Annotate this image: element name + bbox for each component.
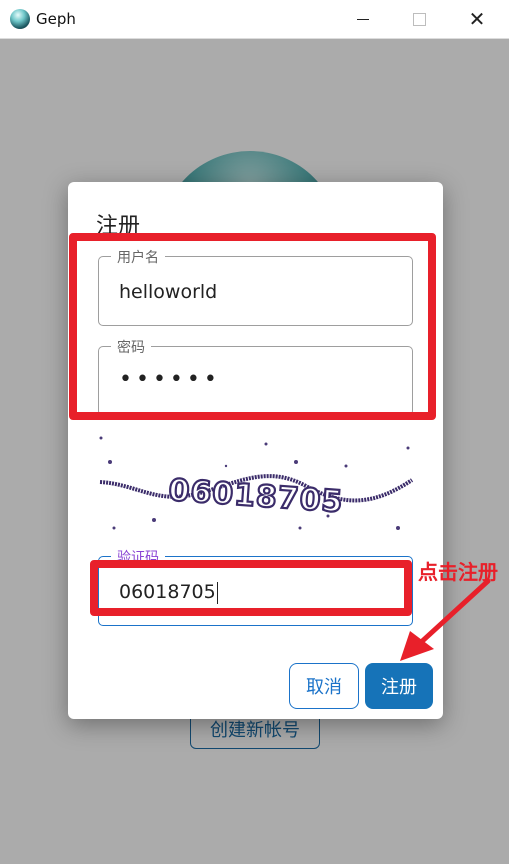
highlight-box-captcha: [90, 560, 412, 616]
captcha-text: 06018705: [167, 473, 344, 520]
window-titlebar: Geph ✕: [0, 0, 509, 39]
close-button[interactable]: ✕: [454, 0, 500, 38]
highlight-box-credentials: [69, 233, 436, 420]
minimize-button[interactable]: [340, 0, 386, 38]
geph-logo-icon: [10, 9, 30, 29]
cancel-button[interactable]: 取消: [289, 663, 359, 709]
maximize-button[interactable]: [396, 0, 442, 38]
annotation-arrow-icon: [400, 578, 491, 661]
register-button[interactable]: 注册: [365, 663, 433, 709]
close-icon: ✕: [468, 7, 486, 31]
window-title: Geph: [36, 10, 76, 28]
minimize-icon: [357, 18, 369, 20]
captcha-image: 06018705: [99, 436, 414, 530]
maximize-icon: [412, 12, 426, 26]
